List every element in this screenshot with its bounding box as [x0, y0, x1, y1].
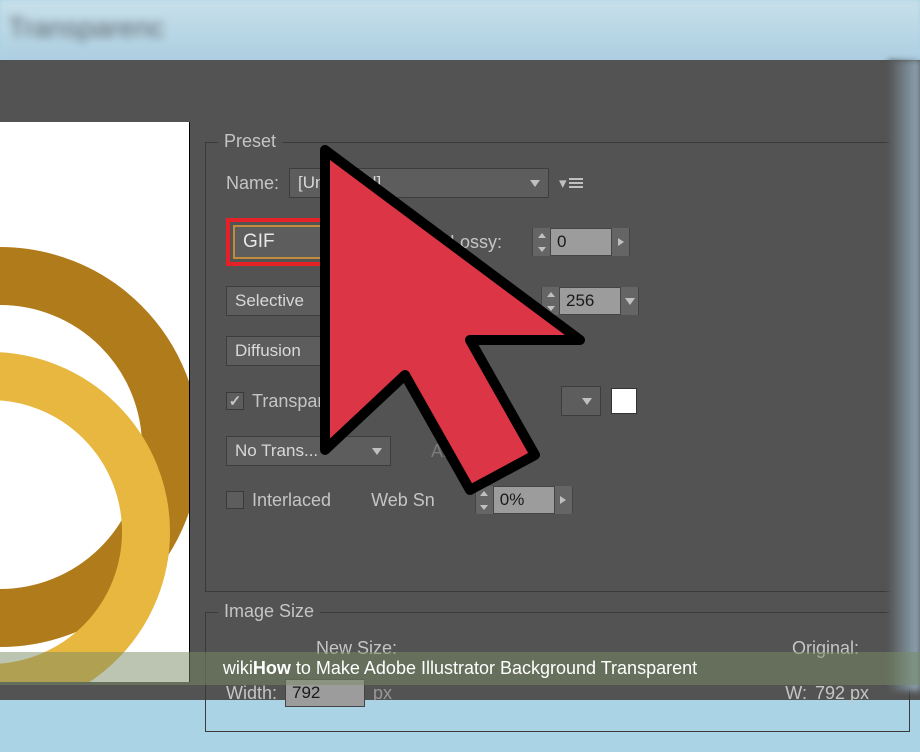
- name-dropdown[interactable]: [Unnamed]: [289, 168, 549, 198]
- arrow-down-icon: [480, 505, 488, 510]
- name-row: Name: [Unnamed] ▾: [226, 168, 889, 198]
- lossy-label: Lossy:: [450, 232, 502, 253]
- lossy-spinner[interactable]: [532, 228, 630, 256]
- lossy-input[interactable]: [551, 229, 611, 255]
- window-title-blurred: Transparenc: [8, 12, 164, 44]
- reduction-value: Selective: [235, 291, 304, 311]
- interlaced-row: Interlaced Web Sn: [226, 486, 889, 514]
- trans-dither-row: No Trans... Am: [226, 436, 889, 466]
- name-label: Name:: [226, 173, 279, 194]
- chevron-down-icon: [372, 348, 382, 355]
- chevron-down-icon: [393, 239, 403, 246]
- trans-dither-dropdown[interactable]: No Trans...: [226, 436, 391, 466]
- chevron-down-icon: [372, 298, 382, 305]
- arrow-down-icon: [547, 306, 555, 311]
- transparency-label: Transparency: [252, 391, 361, 412]
- interlaced-label: Interlaced: [252, 490, 331, 511]
- trans-dither-value: No Trans...: [235, 441, 318, 461]
- window-edge-blur: [888, 60, 920, 691]
- format-highlight: GIF: [226, 218, 420, 266]
- colors-stepper[interactable]: [542, 287, 560, 315]
- lossy-flyout[interactable]: [611, 228, 629, 256]
- arrow-up-icon: [480, 491, 488, 496]
- chevron-down-icon: [372, 448, 382, 455]
- format-dropdown[interactable]: GIF: [233, 225, 413, 259]
- preset-options-icon[interactable]: ▾: [559, 174, 583, 192]
- format-value: GIF: [243, 231, 275, 253]
- name-value: [Unnamed]: [298, 173, 381, 193]
- preset-group: Preset Name: [Unnamed] ▾ GIF: [205, 142, 910, 592]
- orig-w-label: W:: [785, 683, 807, 704]
- matte-dropdown[interactable]: [561, 386, 601, 416]
- preview-pane: [0, 122, 190, 682]
- websnap-spinner[interactable]: [475, 486, 573, 514]
- arrow-right-icon: [618, 238, 624, 246]
- preset-legend: Preset: [218, 131, 282, 152]
- matte-swatch[interactable]: [611, 388, 637, 414]
- interlaced-checkbox[interactable]: [226, 491, 244, 509]
- watermark-prefix: wiki: [223, 658, 253, 678]
- colors-input[interactable]: [560, 288, 620, 314]
- chevron-down-icon: [530, 180, 540, 187]
- image-size-legend: Image Size: [218, 601, 320, 622]
- dither-dropdown[interactable]: Diffusion: [226, 336, 391, 366]
- watermark-rest: to Make Adobe Illustrator Background Tra…: [291, 658, 697, 678]
- reduction-row: Selective: [226, 286, 889, 316]
- transparency-row: ✓ Transparency: [226, 386, 889, 416]
- arrow-up-icon: [538, 233, 546, 238]
- format-row: GIF Lossy:: [226, 218, 889, 266]
- chevron-down-icon: [625, 298, 635, 305]
- watermark-bold: How: [253, 658, 291, 678]
- websnap-input[interactable]: [494, 487, 554, 513]
- watermark: wikiHow to Make Adobe Illustrator Backgr…: [0, 652, 920, 685]
- amount-label-fragment: Am: [431, 441, 458, 462]
- dither-value: Diffusion: [235, 341, 301, 361]
- width-label: Width:: [226, 683, 277, 704]
- arrow-up-icon: [547, 292, 555, 297]
- arrow-right-icon: [560, 496, 566, 504]
- orig-w-value: 792 px: [815, 683, 869, 704]
- dither-row: Diffusion: [226, 336, 889, 366]
- reduction-dropdown[interactable]: Selective: [226, 286, 391, 316]
- colors-flyout[interactable]: [620, 287, 638, 315]
- transparency-checkbox[interactable]: ✓: [226, 392, 244, 410]
- colors-spinner[interactable]: [541, 287, 639, 315]
- websnap-stepper[interactable]: [476, 486, 494, 514]
- arrow-down-icon: [538, 247, 546, 252]
- websnap-label: Web Sn: [371, 490, 435, 511]
- check-icon: ✓: [229, 392, 242, 410]
- websnap-flyout[interactable]: [554, 486, 572, 514]
- dialog-panel: Preset Name: [Unnamed] ▾ GIF: [0, 60, 920, 700]
- lossy-stepper[interactable]: [533, 228, 551, 256]
- chevron-down-icon: [582, 398, 592, 405]
- width-unit: px: [373, 683, 392, 704]
